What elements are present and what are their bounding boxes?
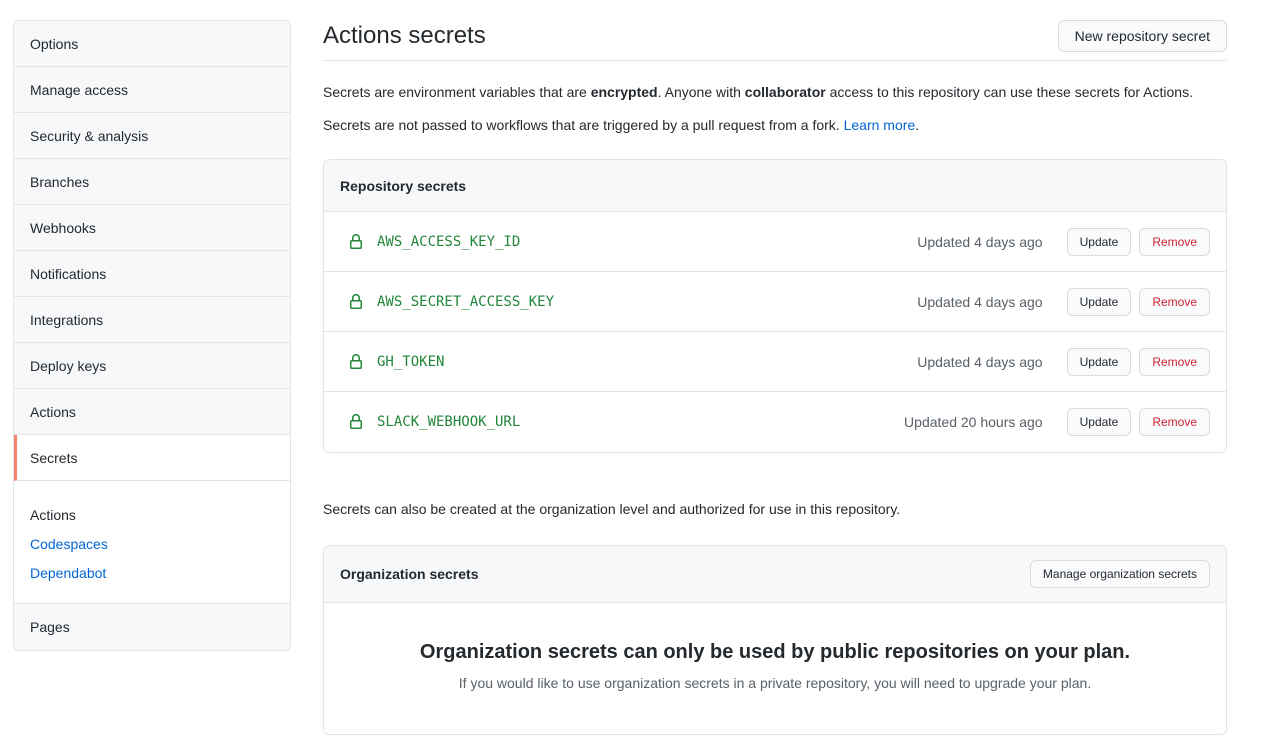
remove-secret-button[interactable]: Remove (1139, 228, 1210, 256)
manage-organization-secrets-button[interactable]: Manage organization secrets (1030, 560, 1210, 588)
remove-secret-button[interactable]: Remove (1139, 348, 1210, 376)
page-title: Actions secrets (323, 22, 486, 50)
sidebar-item-label: Deploy keys (30, 358, 106, 374)
blankslate-subtext: If you would like to use organization se… (364, 673, 1186, 694)
lock-icon (348, 414, 364, 430)
update-secret-button[interactable]: Update (1067, 228, 1132, 256)
sidebar-item-webhooks[interactable]: Webhooks (14, 205, 290, 251)
sidebar-item-label: Secrets (30, 450, 77, 466)
sidebar-item-label: Manage access (30, 82, 128, 98)
sidebar-item-options[interactable]: Options (14, 21, 290, 67)
sidebar-item-label: Pages (30, 619, 70, 635)
secret-row: AWS_ACCESS_KEY_ID Updated 4 days ago Upd… (324, 212, 1226, 272)
update-secret-button[interactable]: Update (1067, 288, 1132, 316)
blankslate-heading: Organization secrets can only be used by… (364, 641, 1186, 664)
encrypted-emphasis: encrypted (591, 84, 658, 100)
update-secret-button[interactable]: Update (1067, 348, 1132, 376)
secret-name[interactable]: AWS_ACCESS_KEY_ID (377, 234, 917, 250)
submenu-item-actions[interactable]: Actions (30, 505, 274, 525)
organization-secrets-header: Organization secrets Manage organization… (324, 546, 1226, 603)
organization-secrets-blankslate: Organization secrets can only be used by… (324, 603, 1226, 734)
secret-row: AWS_SECRET_ACCESS_KEY Updated 4 days ago… (324, 272, 1226, 332)
main-content: Actions secrets New repository secret Se… (323, 20, 1227, 735)
sidebar-item-branches[interactable]: Branches (14, 159, 290, 205)
organization-note: Secrets can also be created at the organ… (323, 499, 1227, 520)
secret-row: SLACK_WEBHOOK_URL Updated 20 hours ago U… (324, 392, 1226, 452)
repository-secrets-box: Repository secrets AWS_ACCESS_KEY_ID Upd… (323, 159, 1227, 453)
secrets-submenu: Actions Codespaces Dependabot (14, 481, 290, 604)
description-line-2: Secrets are not passed to workflows that… (323, 115, 1227, 136)
sidebar-item-label: Integrations (30, 312, 103, 328)
remove-secret-button[interactable]: Remove (1139, 408, 1210, 436)
secret-name[interactable]: AWS_SECRET_ACCESS_KEY (377, 294, 917, 310)
sidebar-item-actions[interactable]: Actions (14, 389, 290, 435)
lock-icon (348, 234, 364, 250)
secret-updated: Updated 4 days ago (917, 234, 1042, 250)
settings-sidebar: Options Manage access Security & analysi… (13, 20, 291, 651)
secret-updated: Updated 4 days ago (917, 354, 1042, 370)
lock-icon (348, 354, 364, 370)
sidebar-item-label: Actions (30, 404, 76, 420)
remove-secret-button[interactable]: Remove (1139, 288, 1210, 316)
sidebar-item-label: Notifications (30, 266, 106, 282)
sidebar-item-secrets[interactable]: Secrets (14, 435, 290, 481)
secret-name[interactable]: GH_TOKEN (377, 354, 917, 370)
repository-secrets-title: Repository secrets (340, 178, 466, 194)
page-header: Actions secrets New repository secret (323, 20, 1227, 61)
sidebar-item-manage-access[interactable]: Manage access (14, 67, 290, 113)
sidebar-item-security-analysis[interactable]: Security & analysis (14, 113, 290, 159)
secrets-description: Secrets are environment variables that a… (323, 82, 1227, 136)
repository-secrets-header: Repository secrets (324, 160, 1226, 212)
new-repository-secret-button[interactable]: New repository secret (1058, 20, 1227, 52)
secret-row: GH_TOKEN Updated 4 days ago Update Remov… (324, 332, 1226, 392)
sidebar-item-label: Options (30, 36, 78, 52)
collaborator-emphasis: collaborator (745, 84, 826, 100)
sidebar-item-deploy-keys[interactable]: Deploy keys (14, 343, 290, 389)
settings-layout: Options Manage access Security & analysi… (0, 0, 1268, 735)
organization-secrets-title: Organization secrets (340, 566, 479, 582)
sidebar-item-label: Branches (30, 174, 89, 190)
secret-updated: Updated 4 days ago (917, 294, 1042, 310)
sidebar-item-label: Webhooks (30, 220, 96, 236)
submenu-item-dependabot[interactable]: Dependabot (30, 563, 274, 583)
sidebar-item-integrations[interactable]: Integrations (14, 297, 290, 343)
sidebar-item-label: Security & analysis (30, 128, 148, 144)
description-line-1: Secrets are environment variables that a… (323, 82, 1227, 103)
learn-more-link[interactable]: Learn more (844, 117, 916, 133)
secret-updated: Updated 20 hours ago (904, 414, 1043, 430)
organization-secrets-box: Organization secrets Manage organization… (323, 545, 1227, 735)
sidebar-item-pages[interactable]: Pages (14, 604, 290, 650)
submenu-item-codespaces[interactable]: Codespaces (30, 534, 274, 554)
lock-icon (348, 294, 364, 310)
sidebar-item-notifications[interactable]: Notifications (14, 251, 290, 297)
secret-name[interactable]: SLACK_WEBHOOK_URL (377, 414, 904, 430)
update-secret-button[interactable]: Update (1067, 408, 1132, 436)
